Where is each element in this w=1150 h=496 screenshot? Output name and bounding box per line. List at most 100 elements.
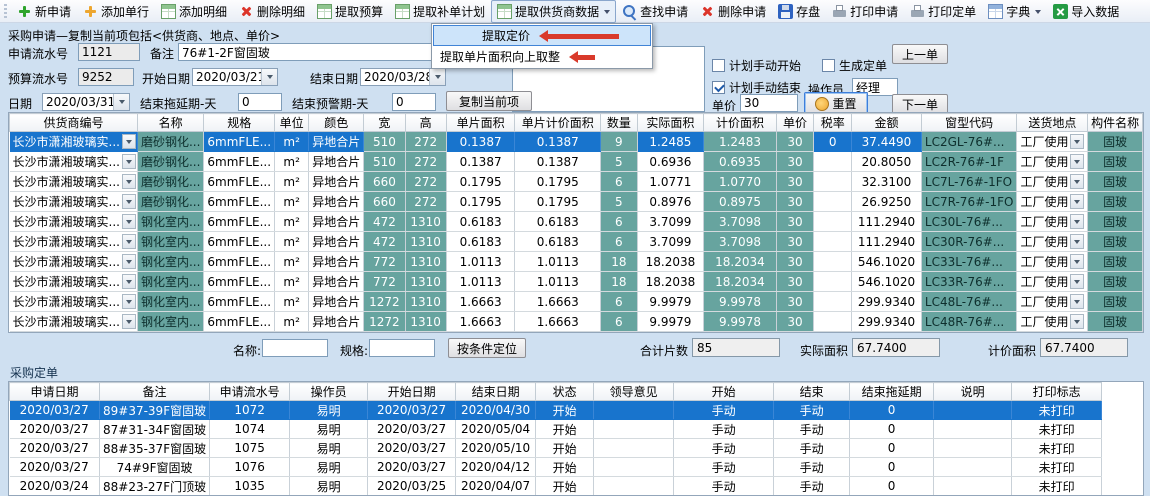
detail-row[interactable]: 长沙市潇湘玻璃实...钢化室内...6mmFLE...m²异地合片1272131… — [10, 292, 1143, 312]
column-header[interactable]: 结束日期 — [456, 383, 536, 401]
column-header[interactable]: 说明 — [934, 383, 1012, 401]
date-combo[interactable]: 2020/03/31 — [42, 93, 130, 111]
column-header[interactable]: 送货地点 — [1017, 114, 1088, 132]
column-header[interactable]: 高 — [405, 114, 446, 132]
end-warn-field[interactable] — [392, 93, 436, 111]
column-header[interactable]: 税率 — [814, 114, 852, 132]
toolbar-button-new-request[interactable]: 新申请 — [11, 0, 77, 23]
detail-row[interactable]: 长沙市潇湘玻璃实...钢化室内...6mmFLE...m²异地合片7721310… — [10, 272, 1143, 292]
detail-row[interactable]: 长沙市潇湘玻璃实...钢化室内...6mmFLE...m²异地合片4721310… — [10, 232, 1143, 252]
chevron-down-icon[interactable] — [1070, 254, 1084, 269]
chevron-down-icon[interactable] — [122, 254, 136, 269]
column-header[interactable]: 单片面积 — [446, 114, 515, 132]
order-row[interactable]: 2020/03/2789#37-39F窗固玻1072易明2020/03/2720… — [10, 401, 1102, 420]
toolbar-button-extract-supplier-data[interactable]: 提取供货商数据 — [491, 0, 616, 23]
toolbar-button-save[interactable]: 存盘 — [772, 0, 826, 23]
detail-row[interactable]: 长沙市潇湘玻璃实...磨砂钢化...6mmFLE...m²异地合片5102720… — [10, 152, 1143, 172]
locate-by-condition-button[interactable]: 按条件定位 — [448, 338, 526, 358]
start-date-combo[interactable]: 2020/03/21 — [192, 68, 278, 86]
toolbar-button-delete-request[interactable]: 删除申请 — [694, 0, 772, 23]
unit-price-field[interactable] — [740, 94, 798, 112]
column-header[interactable]: 领导意见 — [594, 383, 674, 401]
menu-item-round-up-piece-area[interactable]: 提取单片面积向上取整 — [433, 46, 651, 67]
detail-row[interactable]: 长沙市潇湘玻璃实...钢化室内...6mmFLE...m²异地合片1272131… — [10, 312, 1143, 332]
column-header[interactable]: 宽 — [364, 114, 405, 132]
chevron-down-icon[interactable] — [122, 274, 136, 289]
chevron-down-icon[interactable] — [1070, 314, 1084, 329]
column-header[interactable]: 数量 — [601, 114, 638, 132]
column-header[interactable]: 打印标志 — [1012, 383, 1102, 401]
column-header[interactable]: 计价面积 — [704, 114, 776, 132]
column-header[interactable]: 申请日期 — [10, 383, 100, 401]
chevron-down-icon[interactable] — [122, 294, 136, 309]
chevron-down-icon[interactable] — [1070, 294, 1084, 309]
column-header[interactable]: 构件名称 — [1088, 114, 1143, 132]
order-row[interactable]: 2020/03/2774#9F窗固玻1076易明2020/03/272020/0… — [10, 458, 1102, 477]
chevron-down-icon[interactable] — [261, 69, 277, 85]
chevron-down-icon[interactable] — [122, 314, 136, 329]
toolbar-grip[interactable] — [4, 4, 7, 19]
generate-order-checkbox[interactable] — [822, 59, 835, 72]
chevron-down-icon[interactable] — [122, 234, 136, 249]
detail-row[interactable]: 长沙市潇湘玻璃实...磨砂钢化...6mmFLE...m²异地合片5102720… — [10, 132, 1143, 152]
column-header[interactable]: 金额 — [852, 114, 922, 132]
column-header[interactable]: 操作员 — [290, 383, 368, 401]
order-row[interactable]: 2020/03/2787#31-34F窗固玻1074易明2020/03/2720… — [10, 420, 1102, 439]
plan-manual-end-checkbox[interactable] — [712, 81, 725, 94]
chevron-down-icon[interactable] — [1070, 274, 1084, 289]
chevron-down-icon[interactable] — [429, 69, 445, 85]
filter-spec-field[interactable] — [369, 339, 435, 357]
chevron-down-icon[interactable] — [122, 134, 136, 149]
toolbar-button-delete-detail[interactable]: 删除明细 — [233, 0, 311, 23]
toolbar-button-add-row[interactable]: 添加单行 — [77, 0, 155, 23]
order-row[interactable]: 2020/03/2788#35-37F窗固玻1075易明2020/03/2720… — [10, 439, 1102, 458]
chevron-down-icon[interactable] — [1070, 214, 1084, 229]
remark-field[interactable] — [178, 43, 443, 61]
column-header[interactable]: 结束 — [774, 383, 850, 401]
column-header[interactable]: 实际面积 — [637, 114, 704, 132]
chevron-down-icon[interactable] — [122, 214, 136, 229]
chevron-down-icon[interactable] — [113, 94, 129, 110]
reset-button[interactable]: 重置 — [804, 92, 868, 114]
chevron-down-icon[interactable] — [1070, 154, 1084, 169]
column-header[interactable]: 单片计价面积 — [515, 114, 601, 132]
toolbar-button-dictionary[interactable]: 字典 — [982, 0, 1047, 23]
column-header[interactable]: 开始 — [674, 383, 774, 401]
end-delay-field[interactable] — [238, 93, 282, 111]
toolbar-button-find-request[interactable]: 查找申请 — [616, 0, 694, 23]
detail-row[interactable]: 长沙市潇湘玻璃实...钢化室内...6mmFLE...m²异地合片4721310… — [10, 212, 1143, 232]
filter-name-field[interactable] — [262, 339, 328, 357]
column-header[interactable]: 名称 — [137, 114, 203, 132]
chevron-down-icon[interactable] — [122, 194, 136, 209]
column-header[interactable]: 单价 — [776, 114, 814, 132]
copy-current-button[interactable]: 复制当前项 — [446, 91, 532, 111]
column-header[interactable]: 申请流水号 — [210, 383, 290, 401]
column-header[interactable]: 颜色 — [309, 114, 364, 132]
column-header[interactable]: 状态 — [536, 383, 594, 401]
toolbar-button-extract-supplement-plan[interactable]: 提取补单计划 — [389, 0, 491, 23]
toolbar-button-import-data[interactable]: 导入数据 — [1047, 0, 1125, 23]
column-header[interactable]: 规格 — [204, 114, 275, 132]
prev-order-button[interactable]: 上一单 — [892, 44, 948, 64]
toolbar-button-extract-budget[interactable]: 提取预算 — [311, 0, 389, 23]
order-row[interactable]: 2020/03/2488#23-27F门顶玻1035易明2020/03/2520… — [10, 477, 1102, 496]
column-header[interactable]: 供货商编号 — [10, 114, 138, 132]
plan-manual-start-checkbox[interactable] — [712, 59, 725, 72]
chevron-down-icon[interactable] — [1070, 234, 1084, 249]
detail-row[interactable]: 长沙市潇湘玻璃实...磨砂钢化...6mmFLE...m²异地合片6602720… — [10, 172, 1143, 192]
toolbar-button-print-order[interactable]: 打印定单 — [904, 0, 982, 23]
detail-row[interactable]: 长沙市潇湘玻璃实...磨砂钢化...6mmFLE...m²异地合片6602720… — [10, 192, 1143, 212]
next-order-button[interactable]: 下一单 — [892, 94, 948, 114]
chevron-down-icon[interactable] — [1070, 194, 1084, 209]
chevron-down-icon[interactable] — [1070, 134, 1084, 149]
column-header[interactable]: 窗型代码 — [921, 114, 1017, 132]
detail-row[interactable]: 长沙市潇湘玻璃实...钢化室内...6mmFLE...m²异地合片7721310… — [10, 252, 1143, 272]
chevron-down-icon[interactable] — [122, 174, 136, 189]
column-header[interactable]: 备注 — [100, 383, 210, 401]
column-header[interactable]: 单位 — [275, 114, 309, 132]
column-header[interactable]: 开始日期 — [368, 383, 456, 401]
end-date-combo[interactable]: 2020/03/28 — [360, 68, 446, 86]
column-header[interactable]: 结束拖延期 — [850, 383, 934, 401]
toolbar-button-print-request[interactable]: 打印申请 — [826, 0, 904, 23]
menu-item-extract-pricing[interactable]: 提取定价 — [433, 25, 651, 46]
